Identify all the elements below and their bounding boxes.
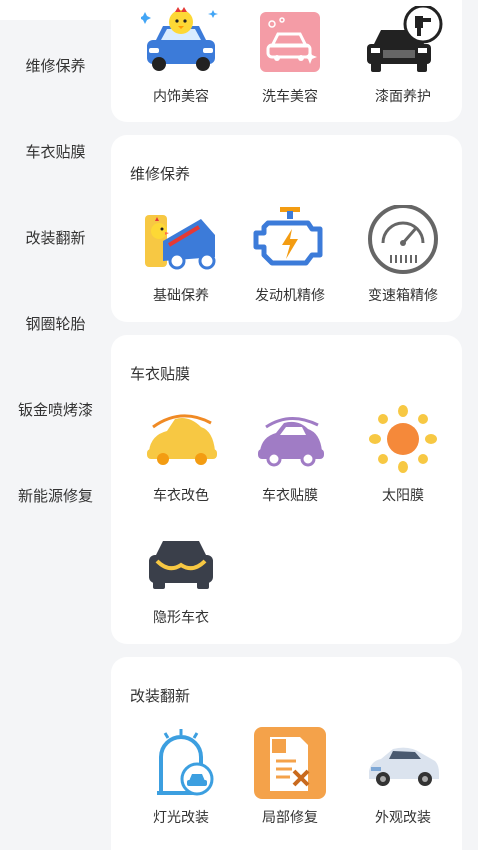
- service-item[interactable]: 发动机精修: [235, 205, 345, 305]
- sidebar-item-ev-repair[interactable]: 新能源修复: [0, 475, 111, 515]
- purple-car-icon: [258, 417, 324, 467]
- service-label: 灯光改装: [153, 810, 209, 826]
- engine-icon: [253, 207, 323, 266]
- section-card-wrap: 车衣贴膜 车衣改色 车衣贴膜 太阳膜 隐形车衣: [111, 335, 462, 644]
- car-front-icon: [149, 541, 213, 589]
- service-item[interactable]: 外观改装: [348, 727, 458, 827]
- service-label: 洗车美容: [262, 89, 318, 105]
- service-item[interactable]: 内饰美容: [126, 6, 236, 106]
- service-item[interactable]: 洗车美容: [235, 6, 345, 106]
- car-interior-chick-icon: [141, 7, 218, 71]
- section-title: 改装翻新: [130, 687, 191, 705]
- service-item[interactable]: 车衣贴膜: [235, 405, 345, 505]
- service-item[interactable]: 灯光改装: [126, 727, 236, 827]
- service-item[interactable]: 局部修复: [235, 727, 345, 827]
- section-card-maintenance: 维修保养 基础保养 发动机精修 变速箱精修: [111, 135, 462, 322]
- sedan-icon: [369, 747, 439, 786]
- section-title: 维修保养: [130, 165, 191, 183]
- service-item[interactable]: 隐形车衣: [126, 527, 236, 627]
- service-label: 发动机精修: [255, 288, 325, 304]
- service-item[interactable]: 基础保养: [126, 205, 236, 305]
- sidebar-item-wrap[interactable]: 车衣贴膜: [0, 131, 111, 171]
- car-paint-spray-icon: [367, 6, 443, 72]
- section-title: 车衣贴膜: [130, 365, 191, 383]
- car-hood-chick-icon: [145, 215, 216, 270]
- car-wash-sparkle-icon: [260, 12, 320, 72]
- yellow-car-icon: [147, 414, 217, 465]
- main-content: 内饰美容 洗车美容 漆面养护 维修保养 基础保养 发动机精修 变速箱精修 车衣贴…: [111, 0, 478, 850]
- sidebar-item-modify[interactable]: 改装翻新: [0, 217, 111, 257]
- service-label: 基础保养: [153, 288, 209, 304]
- service-item[interactable]: 漆面养护: [348, 6, 458, 106]
- sun-icon: [369, 405, 437, 473]
- service-item[interactable]: 太阳膜: [348, 405, 458, 505]
- service-item[interactable]: 变速箱精修: [348, 205, 458, 305]
- sidebar-selected-strip: [0, 0, 111, 20]
- service-label: 太阳膜: [382, 488, 424, 504]
- sidebar-item-bodywork[interactable]: 钣金喷烤漆: [0, 389, 111, 429]
- service-item[interactable]: 车衣改色: [126, 405, 236, 505]
- service-label: 车衣改色: [153, 488, 209, 504]
- service-label: 内饰美容: [153, 89, 209, 105]
- gauge-icon: [368, 205, 438, 274]
- repair-doc-icon: [254, 727, 326, 799]
- service-label: 漆面养护: [375, 89, 431, 105]
- sidebar-item-wheels[interactable]: 钢圈轮胎: [0, 303, 111, 343]
- service-label: 变速箱精修: [368, 288, 438, 304]
- service-label: 隐形车衣: [153, 610, 209, 626]
- section-card-modify: 改装翻新 灯光改装 局部修复 外观改装: [111, 657, 462, 850]
- service-label: 外观改装: [375, 810, 431, 826]
- section-card-cleaning: 内饰美容 洗车美容 漆面养护: [111, 0, 462, 122]
- category-sidebar: 维修保养 车衣贴膜 改装翻新 钢圈轮胎 钣金喷烤漆 新能源修复: [0, 0, 111, 850]
- sidebar-item-maintenance[interactable]: 维修保养: [0, 45, 111, 85]
- service-label: 车衣贴膜: [262, 488, 318, 504]
- service-label: 局部修复: [262, 810, 318, 826]
- car-light-icon: [157, 729, 214, 796]
